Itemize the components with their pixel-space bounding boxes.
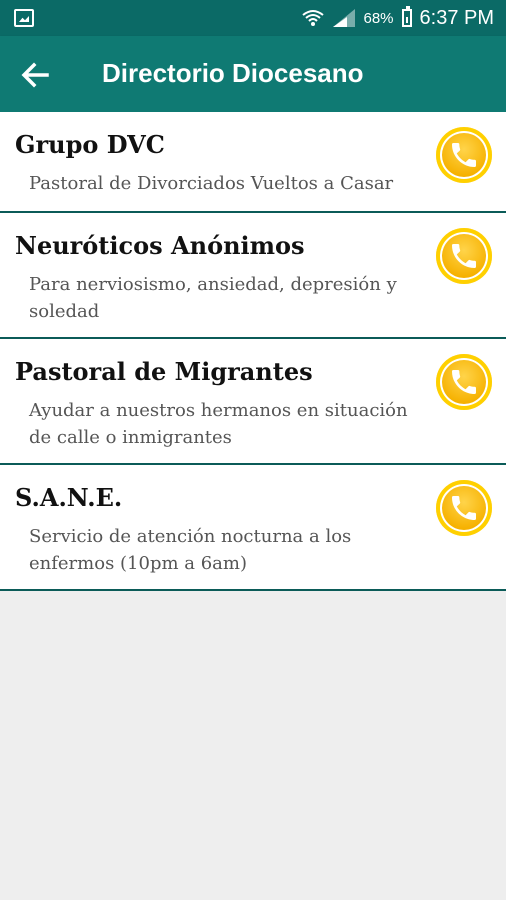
- item-description: Pastoral de Divorciados Vueltos a Casar: [29, 173, 394, 194]
- phone-icon[interactable]: [436, 127, 492, 183]
- status-bar: 68% 6:37 PM: [0, 0, 506, 36]
- status-indicators: 68% 6:37 PM: [301, 6, 494, 29]
- item-description: Servicio de atención nocturna a los enfe…: [29, 526, 352, 574]
- item-title: Pastoral de Migrantes: [15, 357, 313, 386]
- wifi-icon: [301, 9, 325, 27]
- directory-list: Grupo DVC Pastoral de Divorciados Vuelto…: [0, 112, 506, 591]
- cell-signal-icon: [333, 9, 356, 27]
- list-item-sane[interactable]: S.A.N.E. Servicio de atención nocturna a…: [0, 465, 506, 591]
- page-title: Directorio Diocesano: [102, 58, 364, 88]
- item-description: Ayudar a nuestros hermanos en situación …: [29, 400, 408, 448]
- phone-icon[interactable]: [436, 228, 492, 284]
- phone-icon[interactable]: [436, 354, 492, 410]
- list-item-pastoral-migrantes[interactable]: Pastoral de Migrantes Ayudar a nuestros …: [0, 339, 506, 465]
- clock: 6:37 PM: [419, 6, 494, 29]
- item-title: S.A.N.E.: [15, 483, 123, 512]
- item-title: Neuróticos Anónimos: [15, 231, 305, 260]
- battery-icon: [401, 6, 412, 27]
- image-notification-icon: [14, 9, 34, 27]
- list-item-grupo-dvc[interactable]: Grupo DVC Pastoral de Divorciados Vuelto…: [0, 112, 506, 213]
- back-arrow-icon[interactable]: [18, 58, 52, 92]
- battery-percent: 68%: [363, 9, 394, 27]
- app-bar: Directorio Diocesano: [0, 36, 506, 112]
- phone-icon[interactable]: [436, 480, 492, 536]
- list-item-neuroticos-anonimos[interactable]: Neuróticos Anónimos Para nerviosismo, an…: [0, 213, 506, 339]
- item-title: Grupo DVC: [15, 130, 165, 159]
- item-description: Para nerviosismo, ansiedad, depresión y …: [29, 274, 397, 322]
